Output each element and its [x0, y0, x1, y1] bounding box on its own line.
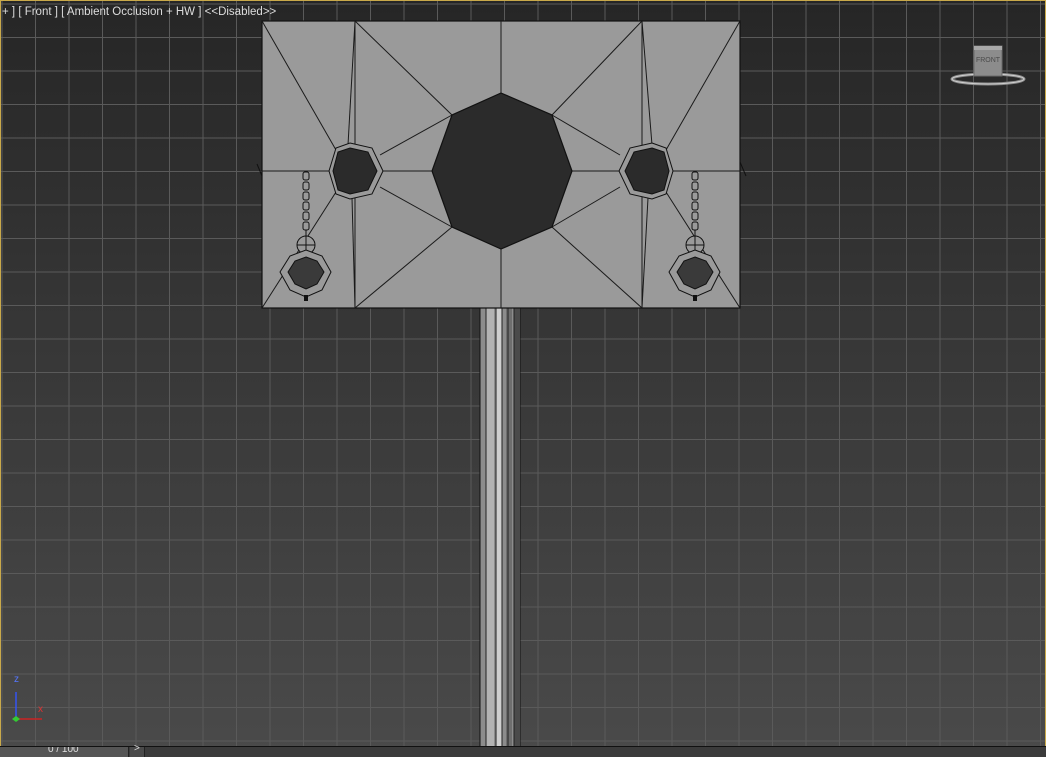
frame-readout: 0 / 100 — [48, 747, 79, 755]
axis-tripod: z x — [8, 674, 54, 726]
center-hole — [431, 92, 573, 250]
viewport-label-bar: + ] [ Front ] [ Ambient Occlusion + HW ]… — [2, 6, 276, 18]
viewport-front[interactable]: + ] [ Front ] [ Ambient Occlusion + HW ]… — [0, 0, 1046, 756]
scene-mesh[interactable] — [0, 0, 1046, 746]
board-mesh[interactable] — [256, 20, 747, 309]
chevron-right-icon: > — [134, 743, 140, 754]
post-mesh[interactable] — [479, 306, 521, 746]
viewport-general-menu[interactable]: + ] — [2, 6, 15, 18]
viewcube[interactable]: FRONT — [948, 42, 1028, 90]
timeline-bar[interactable]: 0 / 100 > — [0, 743, 1046, 757]
axis-z-label: z — [14, 674, 19, 685]
viewport-status-label[interactable]: <<Disabled>> — [205, 6, 277, 18]
viewcube-icon[interactable] — [948, 42, 1028, 90]
axis-x-label: x — [38, 704, 43, 715]
viewcube-face-label[interactable]: FRONT — [974, 57, 1002, 64]
viewport-view-menu[interactable]: [ Front ] — [18, 6, 58, 18]
viewport-shading-menu[interactable]: [ Ambient Occlusion + HW ] — [61, 6, 201, 18]
